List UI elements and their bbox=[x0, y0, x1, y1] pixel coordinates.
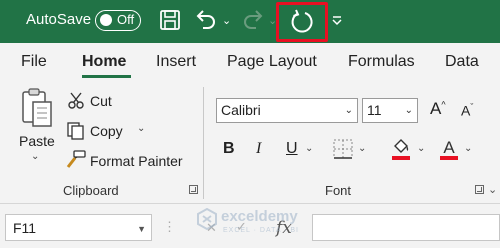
borders-dropdown-icon[interactable]: ⌄ bbox=[358, 143, 366, 154]
tab-data[interactable]: Data bbox=[445, 53, 479, 71]
cut-button[interactable]: Cut bbox=[90, 93, 112, 109]
tab-page-layout[interactable]: Page Layout bbox=[227, 53, 317, 71]
autosave-state: Off bbox=[117, 12, 135, 27]
underline-dropdown-icon[interactable]: ⌄ bbox=[305, 143, 313, 154]
group-divider bbox=[203, 87, 204, 199]
exceldemy-watermark: exceldemy EXCEL · DATA · BI bbox=[196, 207, 298, 235]
title-bar: AutoSave Off ⌄ ⌄ bbox=[0, 0, 500, 43]
clipboard-launcher-icon[interactable] bbox=[189, 185, 198, 194]
underline-button[interactable]: U bbox=[286, 140, 298, 158]
toggle-knob bbox=[100, 14, 112, 26]
cut-icon[interactable] bbox=[67, 91, 85, 114]
formula-input[interactable] bbox=[312, 214, 500, 241]
ribbon: Paste ⌄ Cut Copy ⌄ Format Painter Clipbo… bbox=[0, 81, 500, 203]
autosave-toggle[interactable]: Off bbox=[95, 10, 141, 31]
fill-color-dropdown-icon[interactable]: ⌄ bbox=[417, 143, 425, 154]
font-size-combo[interactable]: 11 ⌄ bbox=[362, 98, 418, 123]
repeat-highlight-box bbox=[276, 2, 328, 42]
more-options-icon[interactable]: ⋮ bbox=[163, 219, 176, 235]
paste-icon[interactable] bbox=[20, 87, 54, 136]
undo-dropdown-icon[interactable]: ⌄ bbox=[222, 14, 231, 27]
active-tab-indicator bbox=[82, 75, 131, 78]
chevron-down-icon: ▼ bbox=[137, 224, 146, 234]
italic-button[interactable]: I bbox=[256, 140, 261, 158]
font-launcher-icon[interactable] bbox=[475, 185, 484, 194]
font-color-icon[interactable]: A bbox=[438, 136, 460, 167]
paste-button[interactable]: Paste bbox=[19, 133, 55, 149]
tab-home[interactable]: Home bbox=[82, 53, 126, 71]
ribbon-tabs: File Home Insert Page Layout Formulas Da… bbox=[0, 43, 500, 81]
customize-qat-icon[interactable] bbox=[331, 14, 343, 32]
font-name-value: Calibri bbox=[221, 102, 261, 118]
tab-file[interactable]: File bbox=[21, 53, 47, 71]
font-color-letter: A bbox=[443, 138, 455, 157]
exceldemy-logo-icon bbox=[197, 207, 217, 231]
autosave-label: AutoSave bbox=[26, 11, 92, 28]
font-color-dropdown-icon[interactable]: ⌄ bbox=[464, 143, 472, 154]
bold-button[interactable]: B bbox=[223, 140, 235, 158]
borders-icon[interactable] bbox=[332, 138, 354, 165]
copy-icon[interactable] bbox=[66, 121, 86, 146]
font-size-value: 11 bbox=[367, 102, 382, 118]
increase-font-size-icon[interactable]: A^ bbox=[430, 99, 446, 119]
decrease-font-size-icon[interactable]: Aˇ bbox=[461, 102, 473, 119]
copy-dropdown-icon[interactable]: ⌄ bbox=[137, 123, 145, 134]
watermark-tagline: EXCEL · DATA · BI bbox=[223, 227, 299, 234]
undo-icon[interactable] bbox=[193, 7, 219, 38]
chevron-down-icon[interactable]: ⌄ bbox=[488, 183, 497, 196]
clipboard-group-label: Clipboard bbox=[63, 183, 119, 198]
font-name-combo[interactable]: Calibri ⌄ bbox=[216, 98, 358, 123]
redo-icon bbox=[240, 7, 266, 38]
paste-dropdown-icon[interactable]: ⌄ bbox=[31, 151, 39, 162]
chevron-down-icon: ⌄ bbox=[344, 105, 353, 116]
font-group-label: Font bbox=[325, 183, 352, 198]
tab-insert[interactable]: Insert bbox=[156, 53, 196, 71]
name-box[interactable]: F11 ▼ bbox=[5, 214, 152, 241]
save-icon[interactable] bbox=[158, 7, 182, 38]
fill-color-icon[interactable] bbox=[390, 136, 412, 167]
chevron-down-icon: ⌄ bbox=[404, 105, 413, 116]
tab-formulas[interactable]: Formulas bbox=[348, 53, 415, 71]
format-painter-icon[interactable] bbox=[65, 149, 87, 174]
watermark-name: exceldemy bbox=[221, 208, 298, 225]
cell-reference: F11 bbox=[13, 220, 37, 236]
format-painter-button[interactable]: Format Painter bbox=[90, 153, 183, 169]
copy-button[interactable]: Copy bbox=[90, 123, 123, 139]
